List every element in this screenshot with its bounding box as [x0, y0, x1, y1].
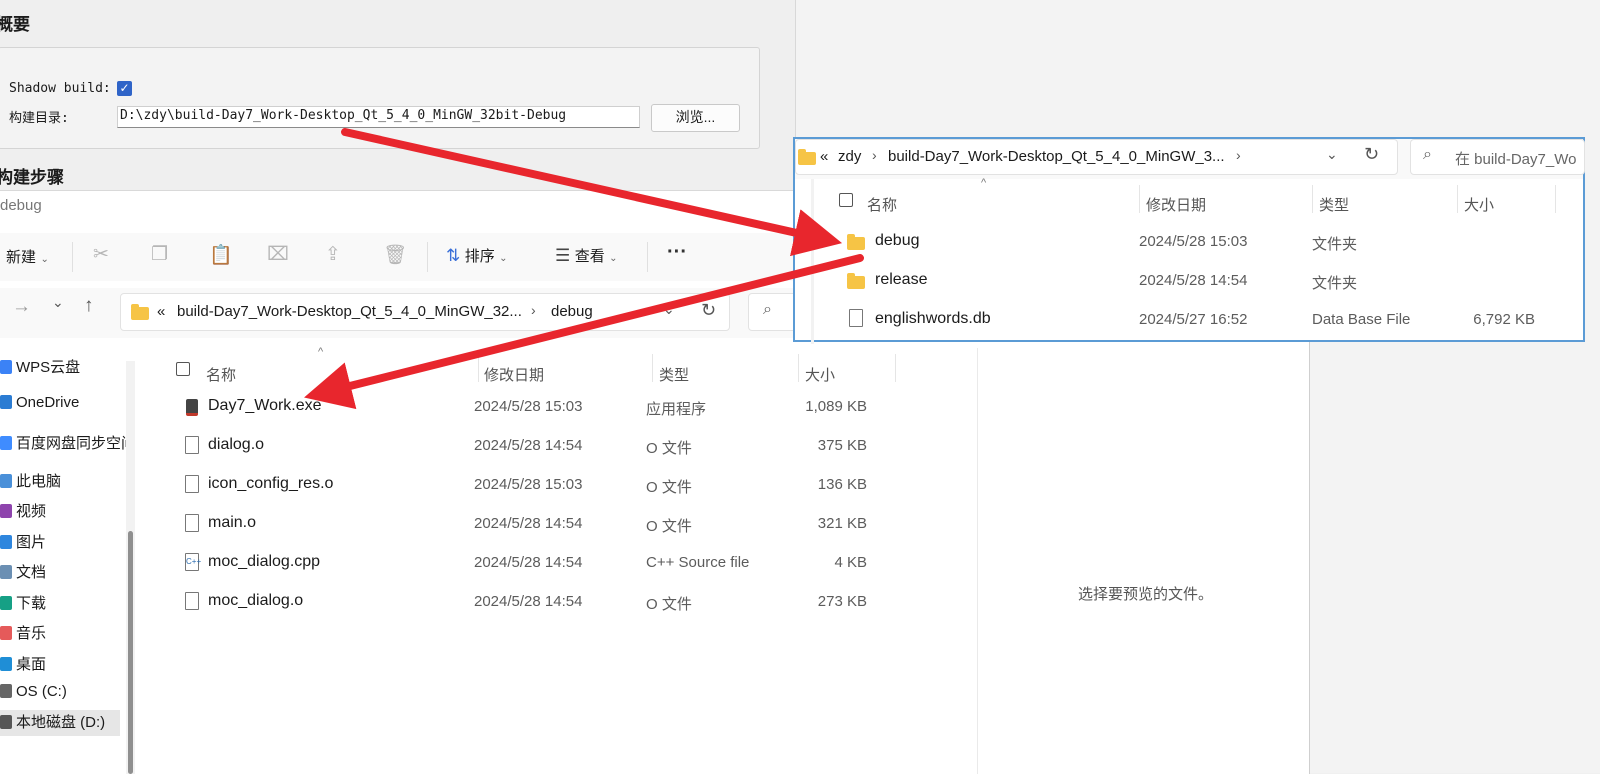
arrow-to-debug-folder — [341, 128, 843, 257]
arrow-to-executable — [304, 254, 864, 410]
annotation-arrows — [304, 128, 864, 410]
